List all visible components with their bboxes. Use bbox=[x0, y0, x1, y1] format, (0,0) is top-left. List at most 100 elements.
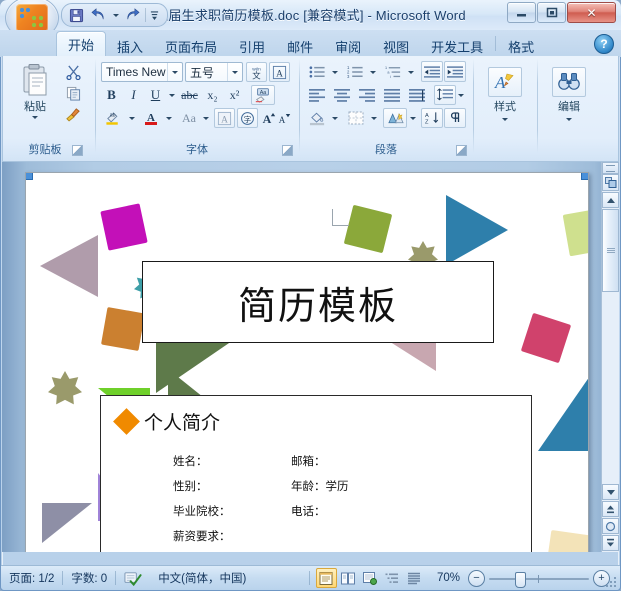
customize-qat-icon[interactable] bbox=[149, 6, 160, 24]
tab-insert[interactable]: 插入 bbox=[106, 35, 154, 57]
numbering-button[interactable]: 1 2 3 bbox=[343, 62, 367, 82]
tab-references[interactable]: 引用 bbox=[228, 35, 276, 57]
tab-developer[interactable]: 开发工具 bbox=[420, 35, 494, 57]
copy-button[interactable] bbox=[61, 83, 85, 103]
document-page[interactable]: 简历模板 个人简介 姓名： 邮箱： 性别： 年龄：学历 毕业院校： 电话： 薪资要求： bbox=[25, 172, 589, 552]
selection-handle-topright[interactable] bbox=[581, 173, 588, 180]
document-canvas[interactable]: 简历模板 个人简介 姓名： 邮箱： 性别： 年龄：学历 毕业院校： 电话： 薪资要求： bbox=[2, 162, 619, 552]
select-browse-object-button[interactable] bbox=[602, 174, 619, 191]
bullets-button[interactable] bbox=[305, 62, 329, 82]
tab-format[interactable]: 格式 bbox=[497, 35, 545, 57]
enclose-characters-button[interactable]: 字 bbox=[237, 108, 258, 128]
underline-dropdown[interactable] bbox=[166, 85, 177, 105]
shading-dropdown[interactable] bbox=[329, 108, 340, 128]
multilevel-list-dropdown[interactable] bbox=[405, 62, 416, 82]
zoom-out-button[interactable]: − bbox=[468, 569, 485, 587]
change-case-button[interactable]: Aa bbox=[177, 108, 201, 128]
paste-button[interactable]: 粘贴 bbox=[13, 62, 57, 124]
multilevel-list-button[interactable]: 1 a i bbox=[381, 62, 405, 82]
outline-view-button[interactable] bbox=[382, 568, 403, 588]
print-layout-view-button[interactable] bbox=[315, 568, 337, 588]
superscript-button[interactable]: x² bbox=[224, 85, 245, 105]
font-color-button[interactable]: A bbox=[140, 108, 162, 128]
decrease-indent-button[interactable] bbox=[421, 61, 443, 82]
character-shading-button[interactable]: A bbox=[214, 108, 235, 128]
font-size-combo[interactable]: 五号 bbox=[185, 62, 243, 82]
scrollbar-thumb[interactable] bbox=[602, 209, 619, 292]
character-border-button[interactable]: A bbox=[269, 62, 290, 82]
strikethrough-button[interactable]: abc bbox=[178, 85, 201, 105]
styles-button[interactable]: A 样式 bbox=[485, 66, 525, 128]
next-page-button[interactable] bbox=[602, 535, 619, 551]
tab-home[interactable]: 开始 bbox=[56, 31, 107, 57]
grow-font-button[interactable]: A bbox=[261, 108, 277, 128]
document-title-box[interactable]: 简历模板 bbox=[142, 261, 494, 343]
draft-view-button[interactable] bbox=[404, 568, 425, 588]
italic-button[interactable]: I bbox=[123, 85, 144, 105]
profile-card[interactable]: 个人简介 姓名： 邮箱： 性别： 年龄：学历 毕业院校： 电话： 薪资要求： bbox=[100, 395, 532, 552]
increase-indent-button[interactable] bbox=[444, 61, 466, 82]
font-name-chevron-down-icon[interactable] bbox=[167, 63, 182, 81]
text-highlight-button[interactable]: ab bbox=[101, 108, 125, 128]
phonetic-guide-button[interactable]: wén 文 bbox=[246, 62, 267, 82]
align-right-button[interactable] bbox=[355, 85, 379, 105]
bullets-dropdown[interactable] bbox=[329, 62, 340, 82]
close-button[interactable]: ✕ bbox=[567, 2, 616, 23]
underline-button[interactable]: U bbox=[145, 85, 166, 105]
resize-grip-icon[interactable] bbox=[606, 576, 618, 588]
cut-button[interactable] bbox=[61, 62, 85, 82]
web-layout-view-button[interactable] bbox=[360, 568, 381, 588]
justify-button[interactable] bbox=[380, 85, 404, 105]
word-count-status[interactable]: 字数: 0 bbox=[63, 569, 115, 587]
zoom-slider-track[interactable] bbox=[489, 571, 589, 588]
font-name-combo[interactable]: Times New R bbox=[101, 62, 183, 82]
font-size-chevron-down-icon[interactable] bbox=[227, 63, 242, 81]
zoom-level-label[interactable]: 70% bbox=[431, 569, 464, 587]
vertical-scrollbar[interactable] bbox=[601, 162, 619, 552]
shading-button[interactable] bbox=[305, 108, 329, 128]
select-browse-object-circle-button[interactable] bbox=[602, 518, 619, 534]
borders-dropdown[interactable] bbox=[368, 108, 379, 128]
tab-view[interactable]: 视图 bbox=[372, 35, 420, 57]
bold-button[interactable]: B bbox=[101, 85, 122, 105]
language-status[interactable]: 中文(简体，中国) bbox=[150, 569, 254, 587]
help-icon[interactable]: ? bbox=[594, 34, 614, 54]
zoom-slider-thumb[interactable] bbox=[515, 571, 526, 588]
split-bar-handle[interactable] bbox=[602, 162, 619, 174]
clipboard-dialog-launcher[interactable] bbox=[72, 145, 83, 156]
save-icon[interactable] bbox=[67, 6, 86, 24]
paragraph-dialog-launcher[interactable] bbox=[456, 145, 467, 156]
show-formatting-marks-button[interactable] bbox=[444, 108, 466, 128]
text-effects-dropdown[interactable] bbox=[407, 108, 418, 128]
scroll-down-button[interactable] bbox=[602, 484, 619, 500]
align-center-button[interactable] bbox=[330, 85, 354, 105]
full-screen-reading-view-button[interactable] bbox=[338, 568, 359, 588]
tab-mailings[interactable]: 邮件 bbox=[276, 35, 324, 57]
tab-page-layout[interactable]: 页面布局 bbox=[154, 35, 228, 57]
font-dialog-launcher[interactable] bbox=[282, 145, 293, 156]
scroll-up-button[interactable] bbox=[602, 192, 619, 208]
font-color-dropdown[interactable] bbox=[163, 108, 174, 128]
undo-icon[interactable] bbox=[89, 6, 108, 24]
borders-button[interactable] bbox=[344, 108, 368, 128]
minimize-button[interactable] bbox=[507, 2, 536, 23]
text-effects-button[interactable] bbox=[383, 108, 407, 128]
change-case-dropdown[interactable] bbox=[200, 108, 211, 128]
format-painter-button[interactable] bbox=[61, 104, 85, 124]
editing-button[interactable]: 编辑 bbox=[549, 66, 589, 128]
line-spacing-button[interactable] bbox=[434, 85, 456, 105]
highlight-dropdown[interactable] bbox=[126, 108, 137, 128]
distribute-button[interactable] bbox=[405, 85, 429, 105]
tab-review[interactable]: 审阅 bbox=[324, 35, 372, 57]
page-number-status[interactable]: 页面: 1/2 bbox=[1, 569, 62, 587]
redo-icon[interactable] bbox=[123, 6, 142, 24]
proofing-status-button[interactable] bbox=[116, 569, 150, 587]
align-left-button[interactable] bbox=[305, 85, 329, 105]
restore-button[interactable] bbox=[537, 2, 566, 23]
shrink-font-button[interactable]: A bbox=[276, 108, 292, 128]
selection-handle-topleft[interactable] bbox=[26, 173, 33, 180]
line-spacing-dropdown[interactable] bbox=[455, 85, 466, 105]
numbering-dropdown[interactable] bbox=[367, 62, 378, 82]
sort-button[interactable]: A Z bbox=[421, 108, 443, 128]
subscript-button[interactable]: x₂ bbox=[202, 85, 223, 105]
